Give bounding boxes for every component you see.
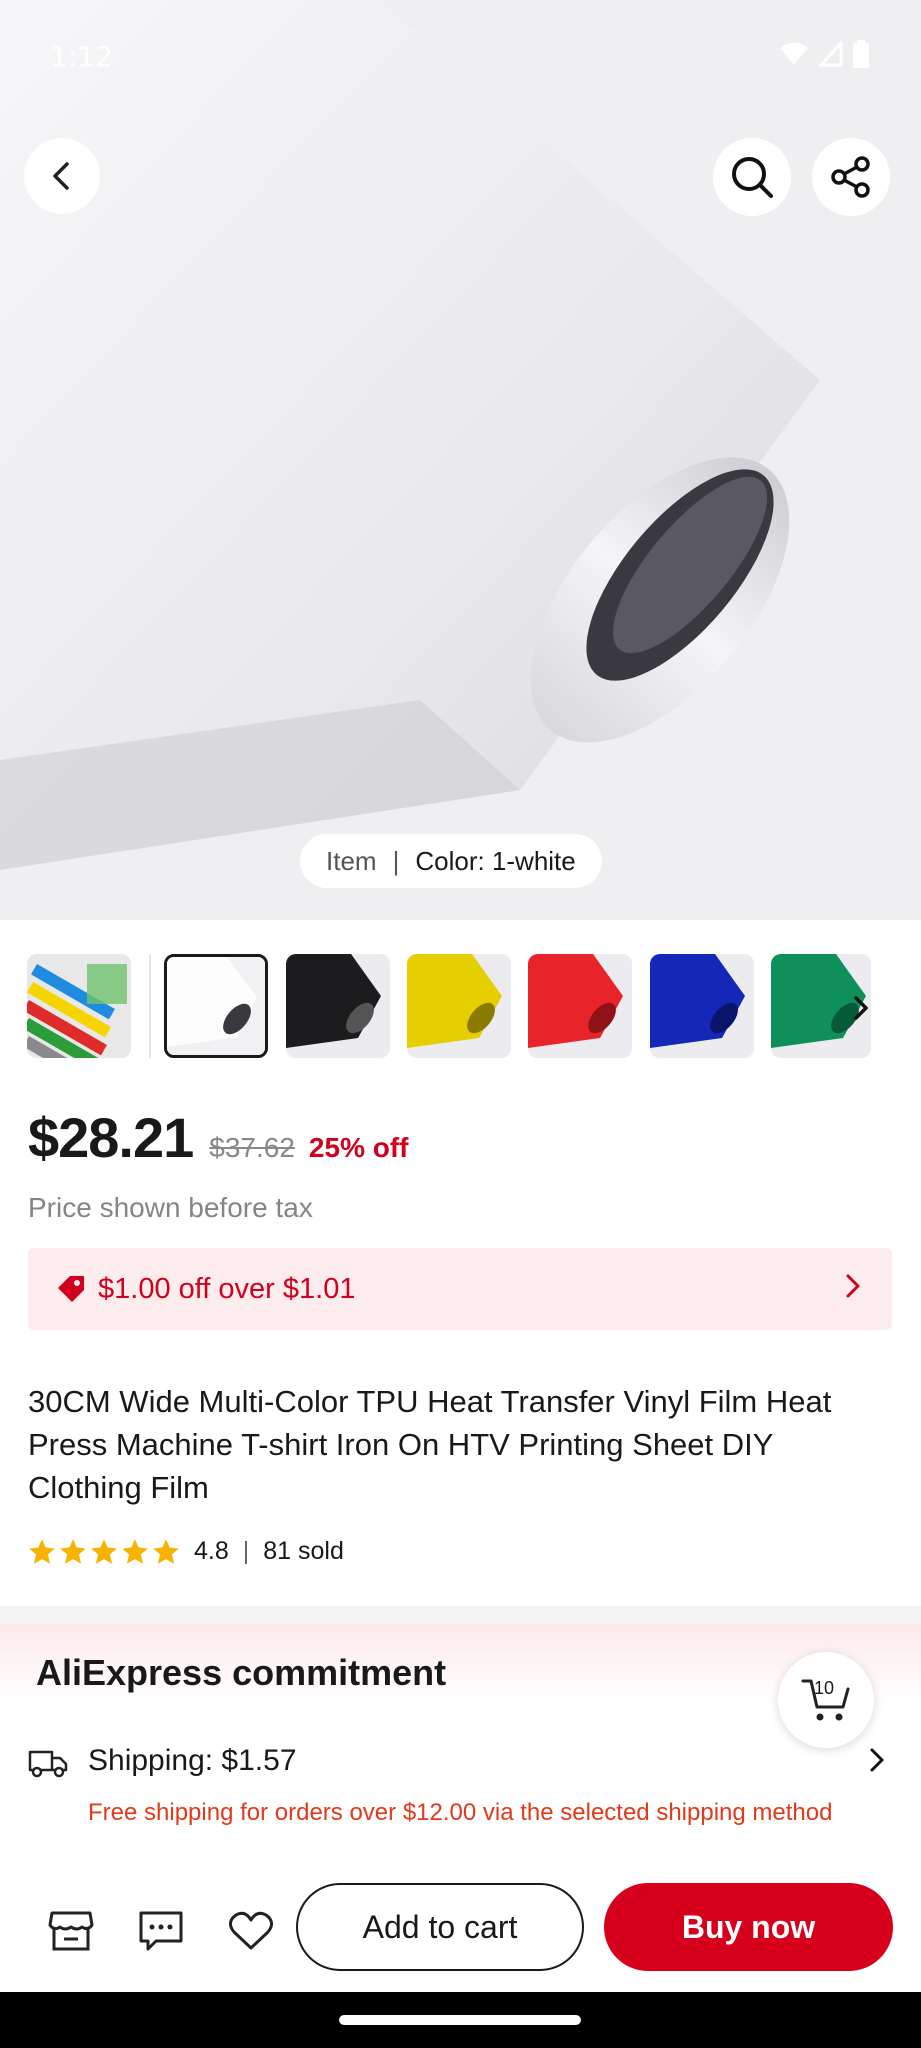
chat-button[interactable] [136,1906,186,1956]
status-icons [779,40,869,68]
commitment-title: AliExpress commitment [36,1652,447,1693]
section-divider [0,1606,921,1624]
chevron-right-icon [854,996,868,1020]
share-button[interactable] [812,138,890,216]
buy-now-button[interactable]: Buy now [604,1883,893,1971]
selected-color-label: Color: 1-white [415,845,576,876]
pill-separator: | [392,845,400,876]
back-button[interactable] [24,138,100,214]
black-roll-image [286,954,390,1058]
vinyl-roll-image [0,0,921,920]
chat-icon [139,1911,183,1951]
star-icon [91,1539,117,1564]
shipping-label: Shipping: $1.57 [88,1744,297,1777]
variant-pill[interactable]: Item | Color: 1-white [300,834,602,888]
star-icon [60,1539,86,1564]
shipping-note: Free shipping for orders over $12.00 via… [88,1799,833,1826]
thumbnail-multi-color[interactable] [27,954,131,1058]
chevron-left-icon [53,162,69,190]
coupon-banner[interactable]: $1.00 off over $1.01 [28,1248,892,1330]
price-row: $28.21 $37.62 25% off [28,1105,409,1170]
battery-icon [853,40,869,68]
store-button[interactable] [46,1906,96,1956]
blue-roll-image [650,954,754,1058]
original-price: $37.62 [209,1132,295,1163]
thumbnail-yellow[interactable] [407,954,511,1058]
red-roll-image [528,954,632,1058]
multi-color-roll-image [27,954,131,1058]
chevron-right-icon [870,1748,884,1772]
color-thumbnails [0,950,921,1060]
product-image[interactable] [0,0,921,920]
yellow-roll-image [407,954,511,1058]
thumbnail-red[interactable] [528,954,632,1058]
star-rating [28,1538,180,1565]
thumbnail-white[interactable] [164,954,268,1058]
item-label: Item [326,845,377,876]
share-icon [831,156,870,198]
cart-floating-button[interactable]: 10 [778,1652,874,1748]
white-roll-image [167,957,265,1055]
heart-icon [229,1911,273,1950]
thumbnail-divider [149,954,151,1058]
add-to-cart-button[interactable]: Add to cart [296,1883,584,1971]
home-gesture-handle[interactable] [339,2015,581,2025]
search-button[interactable] [713,138,791,216]
sold-count: 81 sold [263,1537,344,1565]
coupon-text: $1.00 off over $1.01 [98,1272,356,1305]
status-time: 1:12 [50,40,113,73]
star-icon [153,1539,179,1564]
star-icon [122,1539,148,1564]
chevron-right-icon [846,1274,860,1298]
wishlist-button[interactable] [226,1906,276,1956]
search-icon [732,157,773,198]
truck-icon [28,1750,68,1778]
wifi-icon [780,42,808,65]
tax-note: Price shown before tax [28,1192,313,1223]
current-price: $28.21 [28,1106,194,1169]
rating-row[interactable]: 4.8 | 81 sold [28,1537,344,1566]
thumbnail-black[interactable] [286,954,390,1058]
thumbnails-next-button[interactable] [846,988,876,1028]
thumbnail-blue[interactable] [650,954,754,1058]
cart-count: 10 [814,1678,835,1698]
status-bar: 1:12 [0,0,921,116]
rating-value: 4.8 [194,1537,229,1565]
tag-icon [58,1276,84,1302]
product-title: 30CM Wide Multi-Color TPU Heat Transfer … [28,1384,832,1505]
star-icon [29,1539,55,1564]
rating-separator: | [242,1537,250,1565]
discount-badge: 25% off [308,1132,409,1163]
store-icon [48,1911,94,1951]
signal-icon [819,41,843,67]
